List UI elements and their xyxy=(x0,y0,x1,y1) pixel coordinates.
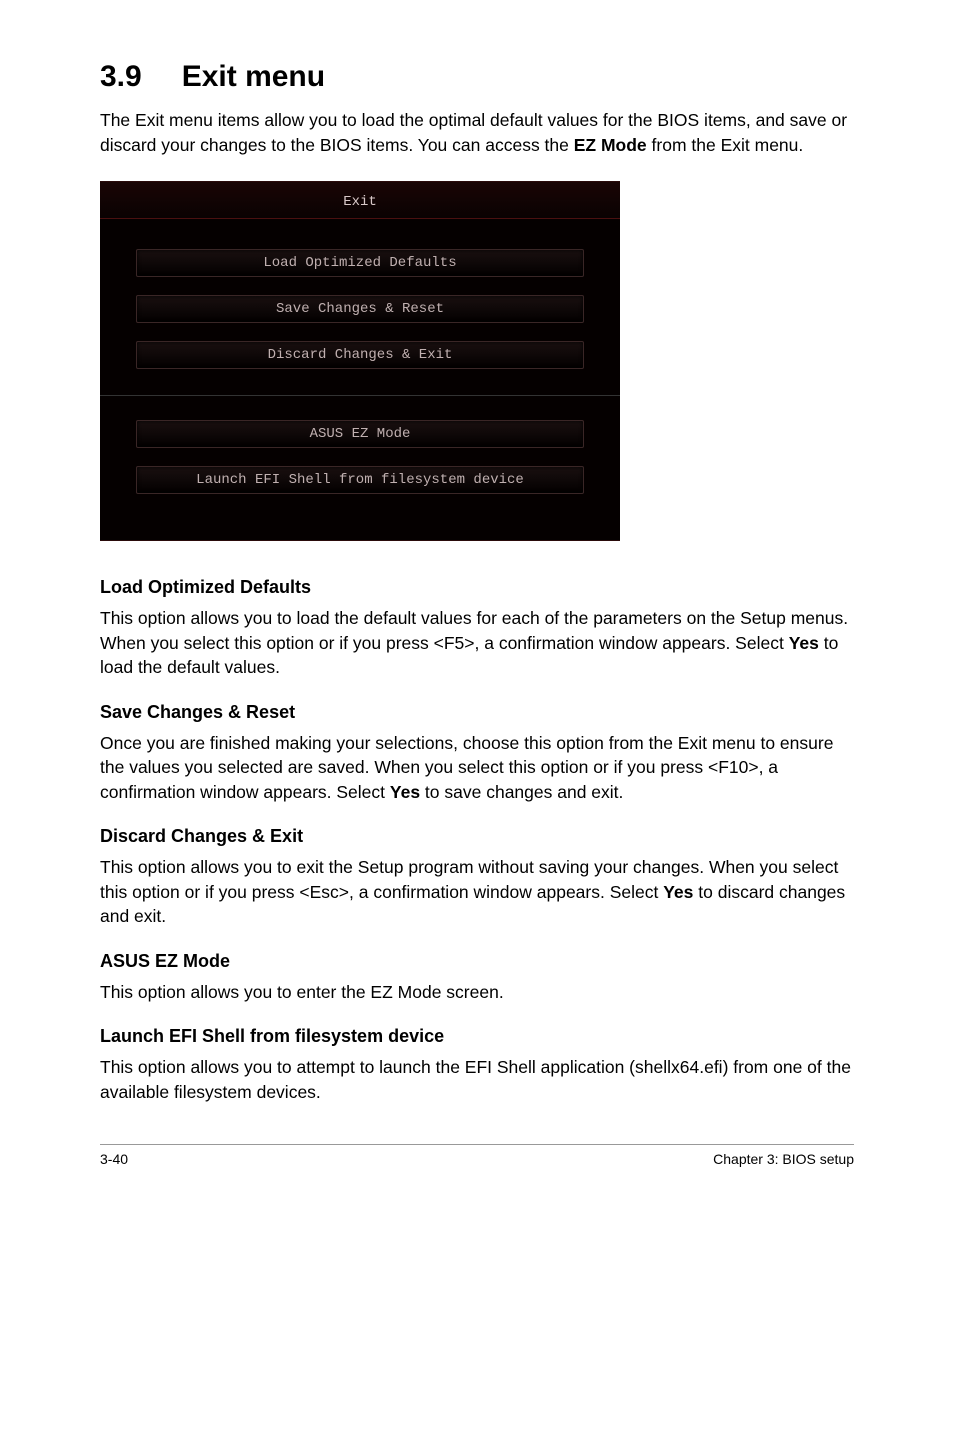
bios-screenshot: Exit Load Optimized Defaults Save Change… xyxy=(100,181,620,541)
section-save-post: to save changes and exit. xyxy=(420,782,623,802)
section-save-bold: Yes xyxy=(390,782,420,802)
section-discard-bold: Yes xyxy=(663,882,693,902)
intro-bold: EZ Mode xyxy=(574,135,647,155)
bios-separator xyxy=(100,395,620,396)
section-load-text: This option allows you to load the defau… xyxy=(100,606,854,680)
section-number: 3.9 xyxy=(100,60,142,94)
section-load-bold: Yes xyxy=(789,633,819,653)
section-efi-title: Launch EFI Shell from filesystem device xyxy=(100,1026,854,1047)
bios-button-launch-efi: Launch EFI Shell from filesystem device xyxy=(136,466,584,494)
bios-button-save-reset: Save Changes & Reset xyxy=(136,295,584,323)
section-ez-text: This option allows you to enter the EZ M… xyxy=(100,980,854,1005)
bios-body: Load Optimized Defaults Save Changes & R… xyxy=(100,219,620,494)
section-save-title: Save Changes & Reset xyxy=(100,702,854,723)
footer-page-number: 3-40 xyxy=(100,1151,128,1167)
section-efi-text: This option allows you to attempt to lau… xyxy=(100,1055,854,1104)
intro-suffix: from the Exit menu. xyxy=(647,135,804,155)
intro-paragraph: The Exit menu items allow you to load th… xyxy=(100,108,854,157)
section-discard-title: Discard Changes & Exit xyxy=(100,826,854,847)
section-save-text: Once you are finished making your select… xyxy=(100,731,854,805)
section-load-pre: This option allows you to load the defau… xyxy=(100,608,848,653)
bios-button-ez-mode: ASUS EZ Mode xyxy=(136,420,584,448)
page-heading: 3.9 Exit menu xyxy=(100,60,854,94)
bios-title: Exit xyxy=(100,182,620,219)
bios-button-load-defaults: Load Optimized Defaults xyxy=(136,249,584,277)
bios-button-discard-exit: Discard Changes & Exit xyxy=(136,341,584,369)
section-title: Exit menu xyxy=(182,60,325,93)
section-discard-text: This option allows you to exit the Setup… xyxy=(100,855,854,929)
section-ez-title: ASUS EZ Mode xyxy=(100,951,854,972)
section-load-title: Load Optimized Defaults xyxy=(100,577,854,598)
footer-chapter: Chapter 3: BIOS setup xyxy=(713,1151,854,1167)
page-footer: 3-40 Chapter 3: BIOS setup xyxy=(100,1145,854,1167)
